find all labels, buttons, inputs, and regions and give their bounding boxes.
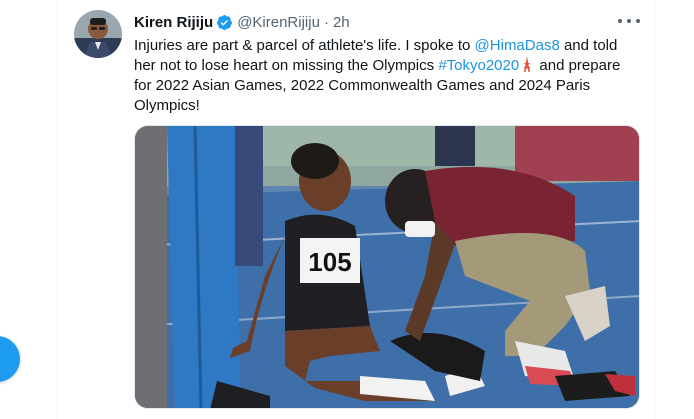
- photo-athlete-injury: 105: [135, 126, 639, 408]
- left-sidebar: [0, 0, 57, 419]
- author-handle[interactable]: @KirenRijiju: [237, 14, 320, 31]
- tweet-timestamp[interactable]: 2h: [333, 14, 350, 31]
- timeline-column: Kiren Rijiju @KirenRijiju · 2h Injuries …: [57, 0, 655, 419]
- tweet-text-part1: Injuries are part & parcel of athlete's …: [134, 37, 475, 54]
- tweet-photo[interactable]: 105: [134, 125, 640, 409]
- more-options-icon[interactable]: [618, 12, 640, 30]
- hashtag-link[interactable]: #Tokyo2020: [438, 57, 519, 74]
- tokyo-tower-emoji: [524, 56, 531, 72]
- verified-badge-icon: [217, 14, 233, 30]
- separator-dot: ·: [323, 13, 329, 31]
- tweet-header: Kiren Rijiju @KirenRijiju · 2h: [134, 12, 350, 32]
- mention-link[interactable]: @HimaDas8: [475, 37, 560, 54]
- avatar[interactable]: [74, 10, 122, 58]
- compose-tweet-button[interactable]: [0, 336, 20, 382]
- bib-number: 105: [308, 247, 351, 277]
- avatar-image: [74, 10, 122, 58]
- tweet-text: Injuries are part & parcel of athlete's …: [134, 36, 634, 116]
- right-gutter: [655, 0, 694, 419]
- author-name[interactable]: Kiren Rijiju: [134, 14, 213, 31]
